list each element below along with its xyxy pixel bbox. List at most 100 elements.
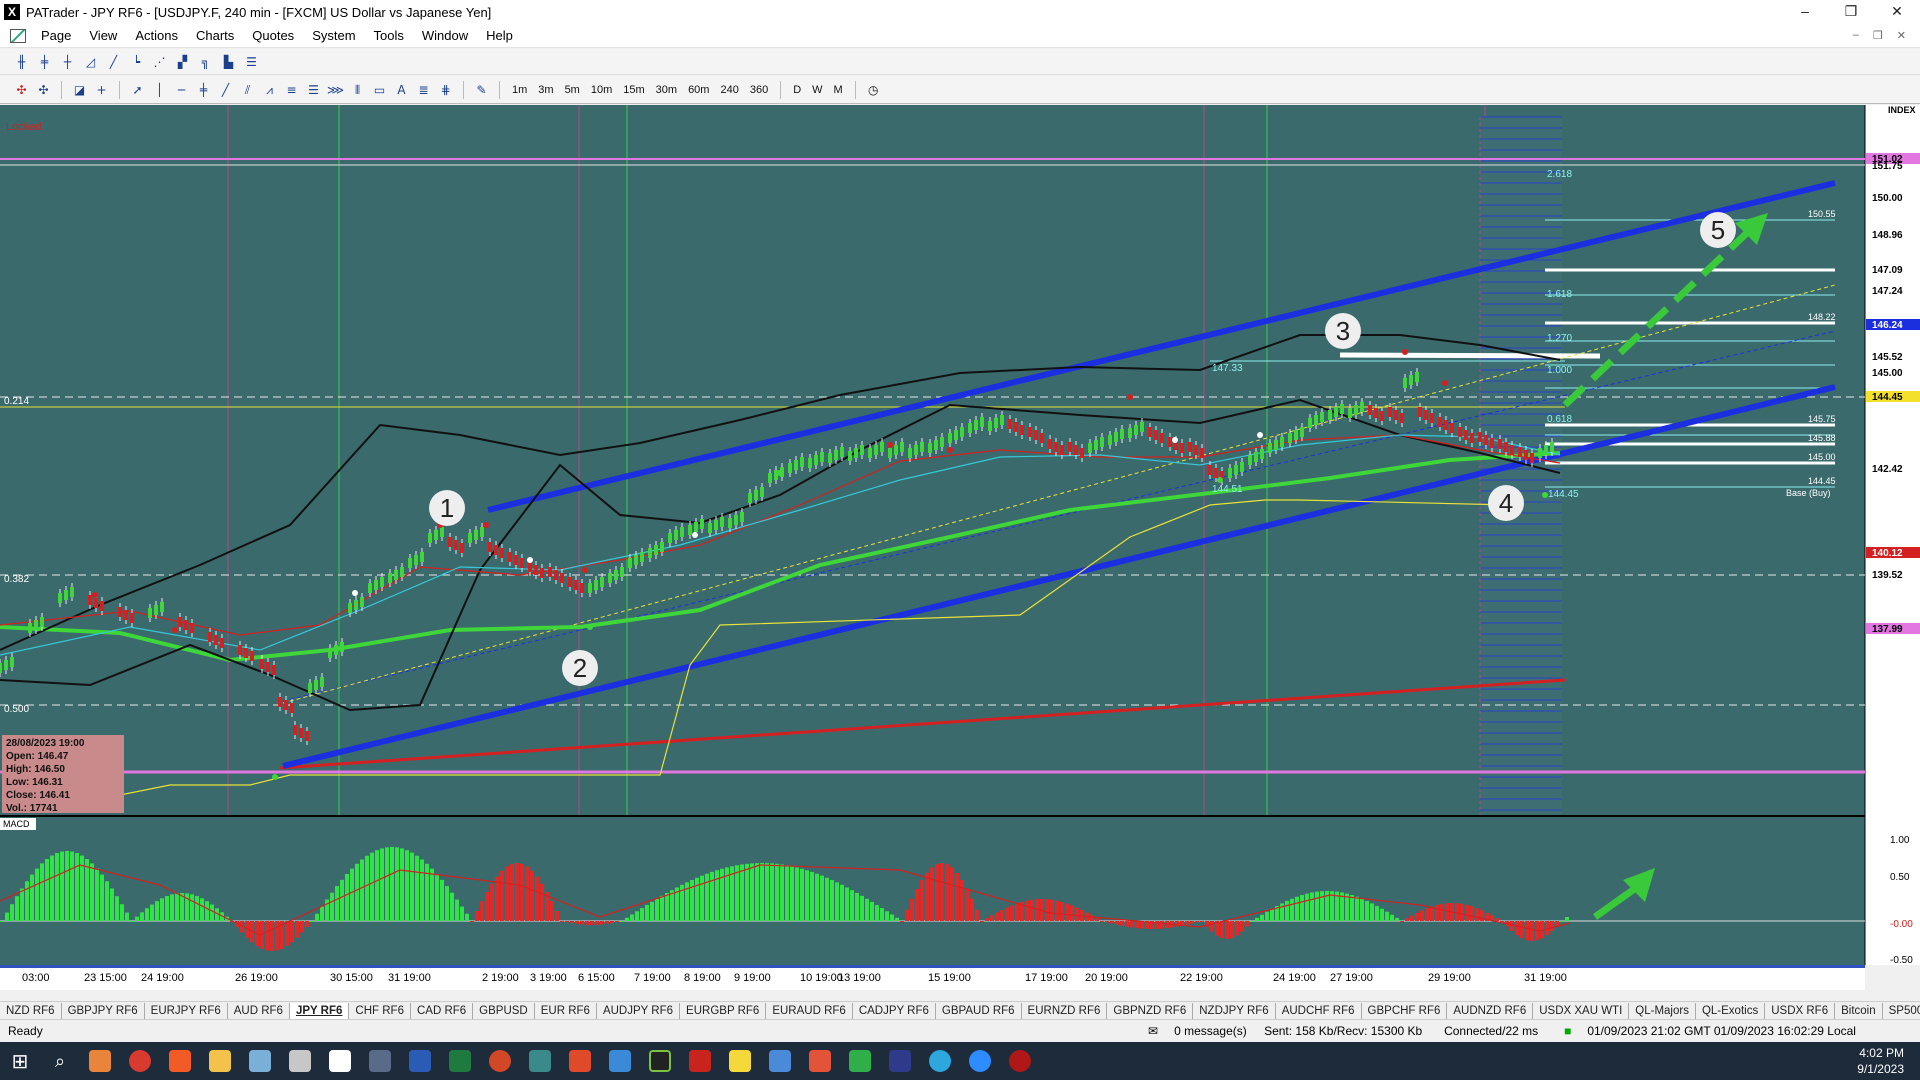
timeframe-240[interactable]: 240 [716, 84, 742, 96]
period-monthly[interactable]: M [830, 84, 847, 96]
snagit-icon[interactable] [560, 1042, 600, 1080]
recorder-icon[interactable] [1000, 1042, 1040, 1080]
parallel-lines-icon[interactable]: ╪ [194, 81, 213, 99]
crosshair-red-icon[interactable]: ✣ [12, 81, 31, 99]
close-button[interactable]: ✕ [1874, 0, 1920, 24]
menu-view[interactable]: View [80, 28, 126, 43]
timeframe-30m[interactable]: 30m [652, 84, 681, 96]
tab-gbpchf-rf6[interactable]: GBPCHF RF6 [1362, 1002, 1448, 1019]
red-app-icon[interactable] [680, 1042, 720, 1080]
tab-aud-rf6[interactable]: AUD RF6 [228, 1002, 290, 1019]
kagi-chart-icon[interactable]: ╗ [196, 53, 215, 71]
pivot-levels-icon[interactable]: ≣ [414, 81, 433, 99]
telegram-icon[interactable] [920, 1042, 960, 1080]
menu-tools[interactable]: Tools [365, 28, 413, 43]
sticky-notes-icon[interactable] [720, 1042, 760, 1080]
tab-euraud-rf6[interactable]: EURAUD RF6 [766, 1002, 853, 1019]
step-chart-icon[interactable]: ┕ [127, 53, 146, 71]
tab-gbpjpy-rf6[interactable]: GBPJPY RF6 [62, 1002, 145, 1019]
channel-icon[interactable]: ⫽ [238, 81, 257, 99]
taskbar-clock[interactable]: 4:02 PM 9/1/2023 [1857, 1045, 1920, 1077]
quotes-app-icon[interactable] [880, 1042, 920, 1080]
bar-chart-icon[interactable]: ╫ [12, 53, 31, 71]
menu-quotes[interactable]: Quotes [243, 28, 303, 43]
mdi-close-button[interactable]: ✕ [1897, 29, 1906, 42]
timeframe-3m[interactable]: 3m [534, 84, 557, 96]
tab-usdx-rf6[interactable]: USDX RF6 [1765, 1002, 1836, 1019]
menu-page[interactable]: Page [32, 28, 80, 43]
clock-icon[interactable]: ◷ [864, 81, 883, 99]
speed-lines-icon[interactable]: ⋕ [436, 81, 455, 99]
timeframe-60m[interactable]: 60m [684, 84, 713, 96]
pointer-icon[interactable]: ➚ [128, 81, 147, 99]
renko-chart-icon[interactable]: ▞ [173, 53, 192, 71]
dot-chart-icon[interactable]: ⋰ [150, 53, 169, 71]
fibonacci-retracement-icon[interactable]: ≡ [282, 81, 301, 99]
tab-gbpaud-rf6[interactable]: GBPAUD RF6 [936, 1002, 1022, 1019]
tab-gbpusd[interactable]: GBPUSD [473, 1002, 535, 1019]
message-icon[interactable]: ✉ [1140, 1024, 1166, 1038]
tab-eur-rf6[interactable]: EUR RF6 [535, 1002, 597, 1019]
tab-chf-rf6[interactable]: CHF RF6 [349, 1002, 411, 1019]
timeframe-1m[interactable]: 1m [508, 84, 531, 96]
fibonacci-fan-icon[interactable]: ⩘ [260, 81, 279, 99]
spreadsheet-app-icon[interactable] [520, 1042, 560, 1080]
tab-jpy-rf6[interactable]: JPY RF6 [289, 1002, 350, 1019]
fibonacci-extension-icon[interactable]: ☰ [304, 81, 323, 99]
timeframe-10m[interactable]: 10m [587, 84, 616, 96]
histogram-chart-icon[interactable]: ▙ [219, 53, 238, 71]
cross-cursor-icon[interactable]: + [92, 81, 111, 99]
crosshair-blue-icon[interactable]: ✣ [34, 81, 53, 99]
tab-ql-majors[interactable]: QL-Majors [1629, 1002, 1696, 1019]
remote-desktop-icon[interactable] [760, 1042, 800, 1080]
menu-system[interactable]: System [303, 28, 364, 43]
calculator-icon[interactable] [360, 1042, 400, 1080]
tab-eurnzd-rf6[interactable]: EURNZD RF6 [1022, 1002, 1108, 1019]
c-green-app-icon[interactable] [840, 1042, 880, 1080]
patrader-app-icon[interactable] [280, 1042, 320, 1080]
tab-sp500[interactable]: SP500 [1883, 1003, 1920, 1019]
tab-nzd-rf6[interactable]: NZD RF6 [0, 1002, 62, 1019]
notes-app-icon[interactable] [240, 1042, 280, 1080]
indicator-list-icon[interactable]: ☰ [242, 53, 261, 71]
status-messages[interactable]: 0 message(s) [1166, 1024, 1256, 1038]
gann-fan-icon[interactable]: ⋙ [326, 81, 345, 99]
tab-gbpnzd-rf6[interactable]: GBPNZD RF6 [1107, 1002, 1194, 1019]
start-button[interactable]: ⊞ [0, 1042, 40, 1080]
excel-icon[interactable] [440, 1042, 480, 1080]
zoom-icon[interactable] [960, 1042, 1000, 1080]
mdi-minimize-button[interactable]: – [1853, 29, 1859, 42]
pencil-icon[interactable]: ✎ [472, 81, 491, 99]
vertical-line-icon[interactable]: │ [150, 81, 169, 99]
horizontal-line-icon[interactable]: ─ [172, 81, 191, 99]
box-icon[interactable]: ▭ [370, 81, 389, 99]
timeframe-360[interactable]: 360 [746, 84, 772, 96]
chart-canvas[interactable]: 1 2 3 4 5 Locked 0.214 0.382 0.500 2.618 1.6… [0, 105, 1920, 990]
tab-bitcoin[interactable]: Bitcoin [1835, 1002, 1883, 1019]
tab-eurgbp-rf6[interactable]: EURGBP RF6 [680, 1002, 767, 1019]
menu-charts[interactable]: Charts [187, 28, 243, 43]
mdi-restore-button[interactable]: ❐ [1873, 29, 1883, 42]
tab-nzdjpy-rf6[interactable]: NZDJPY RF6 [1193, 1002, 1276, 1019]
ninjatrader-icon[interactable] [640, 1042, 680, 1080]
trend-line-icon[interactable]: ╱ [216, 81, 235, 99]
candle-chart-icon[interactable]: ╪ [35, 53, 54, 71]
tab-audchf-rf6[interactable]: AUDCHF RF6 [1276, 1002, 1362, 1019]
area-chart-icon[interactable]: ◿ [81, 53, 100, 71]
tab-usdx-xau-wti[interactable]: USDX XAU WTI [1533, 1002, 1630, 1019]
minimize-button[interactable]: – [1782, 0, 1828, 24]
chart-page-icon[interactable] [10, 28, 26, 43]
mail-app-icon[interactable] [80, 1042, 120, 1080]
tab-eurjpy-rf6[interactable]: EURJPY RF6 [145, 1002, 228, 1019]
line-chart-icon[interactable]: ╱ [104, 53, 123, 71]
timeframe-15m[interactable]: 15m [619, 84, 648, 96]
period-weekly[interactable]: W [808, 84, 826, 96]
word-icon[interactable] [400, 1042, 440, 1080]
menu-window[interactable]: Window [413, 28, 477, 43]
menu-actions[interactable]: Actions [126, 28, 187, 43]
search-icon[interactable]: ⌕ [40, 1042, 80, 1080]
timeframe-5m[interactable]: 5m [561, 84, 584, 96]
ohlc-chart-icon[interactable]: ┼ [58, 53, 77, 71]
trading-platform-icon[interactable] [320, 1042, 360, 1080]
chrome-icon[interactable] [120, 1042, 160, 1080]
